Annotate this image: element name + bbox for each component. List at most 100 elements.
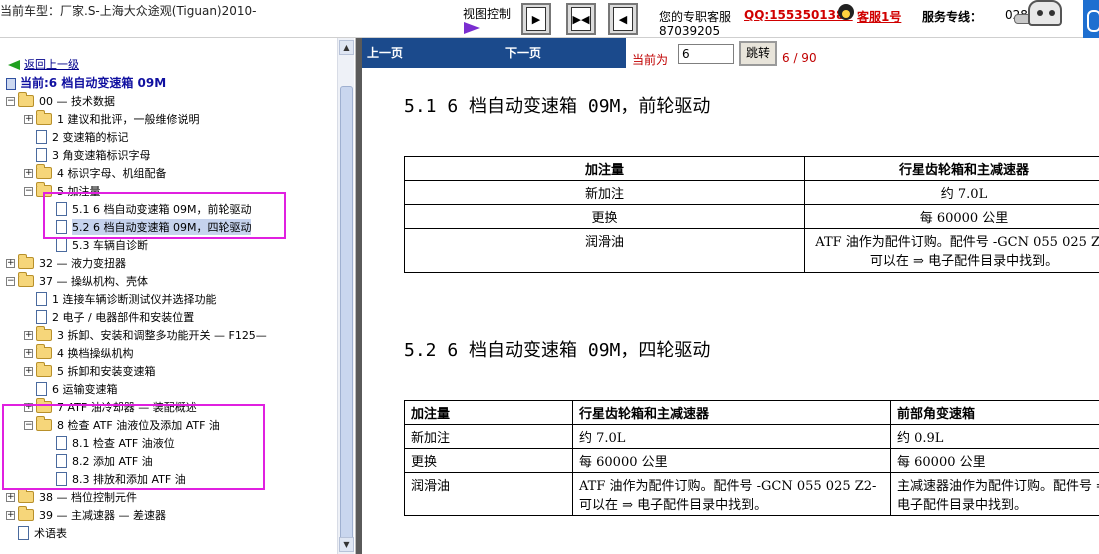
customer-service-link[interactable]: 客服1号 [857,8,901,25]
page-nav-bar: 上一页 下一页 当前为 跳转 6 / 90 [362,38,1099,68]
prev-page-link[interactable]: 上一页 [367,44,403,61]
arrow-left-icon: ◀ [613,7,633,31]
collapse-icon[interactable]: − [24,186,33,196]
tree-node-glossary[interactable]: 术语表 [18,524,67,542]
back-link-label: 返回上一级 [24,58,79,71]
top-header: 当前车型：厂家.S-上海大众途观(Tiguan)2010- 视图控制 ▶ ▶◀ … [0,0,1099,38]
folder-icon [18,254,34,269]
folder-icon [36,110,52,125]
table-cell: 约 7.0L [572,424,891,449]
scroll-up-icon[interactable]: ▲ [339,40,354,55]
tree-node-38[interactable]: + 38 — 档位控制元件 [6,488,137,506]
document-icon [36,292,47,306]
phone-number-part2: 87039205 [659,24,721,38]
qq-link[interactable]: QQ:1553501388 [744,8,853,22]
expand-icon[interactable]: + [24,366,33,376]
jump-button[interactable]: 跳转 [739,41,777,66]
table-cell: 新加注 [404,180,805,205]
arrow-right-icon: ▶ [526,7,546,31]
expand-icon[interactable]: + [24,348,33,358]
toc-tree-pane: 返回上一级 当前:6 档自动变速箱 09M − 00 — 技术数据 + 1 建议… [0,38,356,554]
folder-icon [18,506,34,521]
tree-node-label: 5 拆卸和安装变速箱 [57,365,156,378]
document-icon [36,382,47,396]
table-header-cell: 加注量 [404,400,573,425]
section-5-1-table: 加注量 行星齿轮箱和主减速器 新加注 约 7.0L 更换 每 60000 公里 … [404,156,1099,273]
document-icon [36,310,47,324]
section-5-2-table: 加注量 行星齿轮箱和主减速器 前部角变速箱 新加注 约 7.0L 约 0.9L … [404,400,1099,516]
section-5-1-title: 5.1 6 档自动变速箱 09M，前轮驱动 [404,96,711,117]
table-cell: 更换 [404,204,805,229]
table-cell: 润滑油 [404,472,573,516]
expand-icon[interactable]: + [24,330,33,340]
document-icon [36,130,47,144]
tree-node-label: 37 — 操纵机构、壳体 [39,275,148,288]
tree-node-39[interactable]: + 39 — 主减速器 — 差速器 [6,506,166,524]
table-row: 更换 每 60000 公里 每 60000 公里 [404,448,1099,473]
tree-node-label: 6 运输变速箱 [52,383,118,396]
mascot-icon [1010,0,1080,38]
table-header-cell: 行星齿轮箱和主减速器 [804,156,1099,181]
tree-node-00-3[interactable]: 3 角变速箱标识字母 [36,146,151,164]
folder-icon [18,488,34,503]
tree-node-37[interactable]: − 37 — 操纵机构、壳体 [6,272,148,290]
table-header-cell: 行星齿轮箱和主减速器 [572,400,891,425]
expand-icon[interactable]: + [6,510,15,520]
expand-icon[interactable]: + [24,114,33,124]
next-page-link[interactable]: 下一页 [505,44,541,61]
table-header-cell: 前部角变速箱 [890,400,1099,425]
expand-icon[interactable]: + [6,492,15,502]
tree-node-label: 38 — 档位控制元件 [39,491,137,504]
document-icon [18,526,29,540]
tree-node-label: 1 建议和批评，一般维修说明 [57,113,200,126]
document-content: 5.1 6 档自动变速箱 09M，前轮驱动 加注量 行星齿轮箱和主减速器 新加注… [362,68,1099,554]
tree-node-label: 1 连接车辆诊断测试仪并选择功能 [52,293,217,306]
folder-icon [18,92,34,107]
table-cell: ATF 油作为配件订购。配件号 -GCN 055 025 Z2- 可以在 ⇒ 电… [572,472,891,516]
hotline-label: 服务专线： [922,10,983,24]
expand-icon[interactable]: + [6,258,15,268]
tree-node-00-2[interactable]: 2 变速箱的标记 [36,128,129,146]
back-link[interactable]: 返回上一级 [8,56,79,72]
tree-node-00[interactable]: − 00 — 技术数据 [6,92,115,110]
tree-node-label: 32 — 液力变扭器 [39,257,126,270]
tree-node-label: 5.3 车辆自诊断 [72,239,148,252]
tree-node-37-5[interactable]: + 5 拆卸和安装变速箱 [24,362,156,380]
view-right-panel-button[interactable]: ▶ [521,3,551,35]
tree-node-37-1[interactable]: 1 连接车辆诊断测试仪并选择功能 [36,290,217,308]
tree-node-00-4[interactable]: + 4 标识字母、机组配备 [24,164,167,182]
table-cell: 约 0.9L [890,424,1099,449]
table-cell: 每 60000 公里 [890,448,1099,473]
back-arrow-icon [8,60,20,70]
tree-scrollbar[interactable]: ▲ ▼ [337,38,354,554]
table-row: 新加注 约 7.0L 约 0.9L [404,424,1099,449]
highlight-box-8 [2,404,265,490]
table-cell: 更换 [404,448,573,473]
tree-node-label: 2 变速箱的标记 [52,131,129,144]
folder-icon [36,164,52,179]
tree-node-37-2[interactable]: 2 电子 / 电器部件和安装位置 [36,308,194,326]
tree-node-label: 4 标识字母、机组配备 [57,167,167,180]
tree-node-37-4[interactable]: + 4 换档操纵机构 [24,344,134,362]
expand-icon[interactable]: + [24,168,33,178]
view-left-panel-button[interactable]: ◀ [608,3,638,35]
view-split-button[interactable]: ▶◀ [566,3,596,35]
page-number-input[interactable] [678,44,734,64]
scroll-thumb[interactable] [340,86,353,546]
tree-node-32[interactable]: + 32 — 液力变扭器 [6,254,126,272]
table-header-row: 加注量 行星齿轮箱和主减速器 [404,156,1099,181]
folder-icon [36,326,52,341]
table-row: 新加注 约 7.0L [404,180,1099,205]
tree-node-00-1[interactable]: + 1 建议和批评，一般维修说明 [24,110,200,128]
document-icon [56,238,67,252]
table-cell: 润滑油 [404,228,805,273]
table-row: 润滑油 ATF 油作为配件订购。配件号 -GCN 055 025 Z2- 可以在… [404,228,1099,273]
scroll-down-icon[interactable]: ▼ [339,537,354,552]
collapse-icon[interactable]: − [6,96,15,106]
tree-node-37-6[interactable]: 6 运输变速箱 [36,380,118,398]
tree-node-label: 2 电子 / 电器部件和安装位置 [52,311,195,324]
collapse-icon[interactable]: − [6,276,15,286]
folder-icon [36,362,52,377]
tree-node-37-3[interactable]: + 3 拆卸、安装和调整多功能开关 — F125— [24,326,267,344]
view-control-label: 视图控制 [463,7,512,21]
